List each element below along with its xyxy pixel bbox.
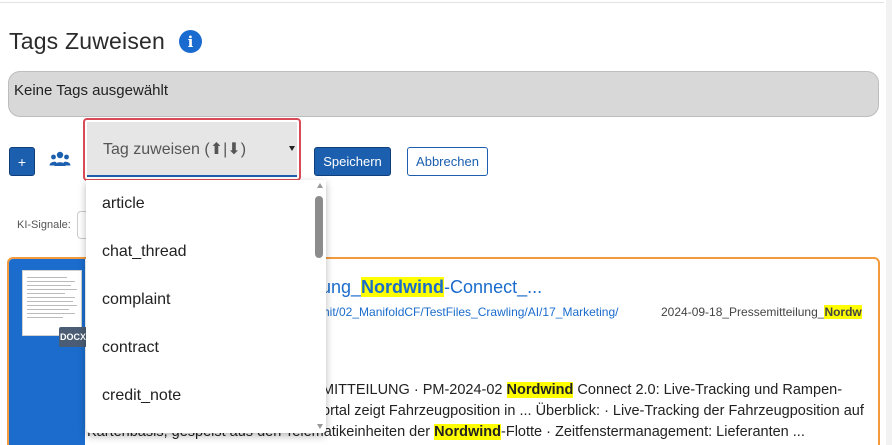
page-title: Tags Zuweisen <box>9 28 166 54</box>
snippet-line-3-post: -Flotte · Zeitfenstermanagement: Liefera… <box>501 424 805 440</box>
result-title-highlight: Nordwind <box>361 277 445 297</box>
result-filename-pre: 2024-09-18_Pressemitteilung_ <box>661 305 825 319</box>
cancel-button[interactable]: Abbrechen <box>407 147 488 176</box>
dropdown-option-complaint[interactable]: complaint <box>86 276 326 324</box>
tag-select-focus-ring: Tag zuweisen (⬆|⬇) <box>83 118 301 181</box>
selected-tags-text: Keine Tags ausgewählt <box>14 82 168 99</box>
result-title-post: -Connect_... <box>444 277 543 297</box>
dropdown-scrollbar[interactable] <box>314 180 326 433</box>
title-row: Tags Zuweisen i <box>9 28 203 55</box>
scroll-down-icon[interactable] <box>317 424 323 429</box>
top-divider <box>0 0 884 3</box>
info-icon[interactable]: i <box>179 30 203 53</box>
dropdown-option-article[interactable]: article <box>86 180 326 228</box>
people-icon-graphic <box>49 151 71 166</box>
caret-down-icon <box>289 146 295 151</box>
result-filename: 2024-09-18_Pressemitteilung_Nordw <box>661 305 862 319</box>
snippet-line-1-post: Connect 2.0: Live-Tracking und Rampen- <box>573 382 843 398</box>
dropdown-option-chat-thread[interactable]: chat_thread <box>86 228 326 276</box>
tag-dropdown-list[interactable]: article chat_thread complaint contract c… <box>86 180 326 433</box>
selected-tags-field[interactable]: Keine Tags ausgewählt <box>8 71 879 117</box>
snippet-line-1-pre: MITTEILUNG · PM-2024-02 <box>322 382 507 398</box>
page-scrollbar[interactable] <box>886 0 892 445</box>
save-button[interactable]: Speichern <box>314 147 391 176</box>
result-title-link[interactable]: lung_Nordwind-Connect_... <box>317 277 542 298</box>
snippet-line-1-highlight: Nordwind <box>506 382 574 398</box>
scroll-up-icon[interactable] <box>317 183 323 188</box>
snippet-line-3-highlight: Nordwind <box>434 424 502 440</box>
dropdown-option-contract[interactable]: contract <box>86 324 326 372</box>
add-tag-button[interactable]: + <box>9 147 35 176</box>
page: Tags Zuweisen i Keine Tags ausgewählt + … <box>0 0 892 445</box>
scroll-thumb[interactable] <box>315 196 323 258</box>
dropdown-option-credit-note[interactable]: credit_note <box>86 372 326 420</box>
tag-select-placeholder: Tag zuweisen (⬆|⬇) <box>103 140 247 158</box>
ki-signals-label: KI-Signale: <box>17 219 71 231</box>
result-filename-highlight: Nordw <box>824 305 862 319</box>
docx-file-icon: DOCX <box>59 327 87 347</box>
result-path-link[interactable]: chit/02_ManifoldCF/TestFiles_Crawling/AI… <box>317 305 618 319</box>
tag-select[interactable]: Tag zuweisen (⬆|⬇) <box>87 122 297 177</box>
people-icon[interactable] <box>49 150 71 170</box>
